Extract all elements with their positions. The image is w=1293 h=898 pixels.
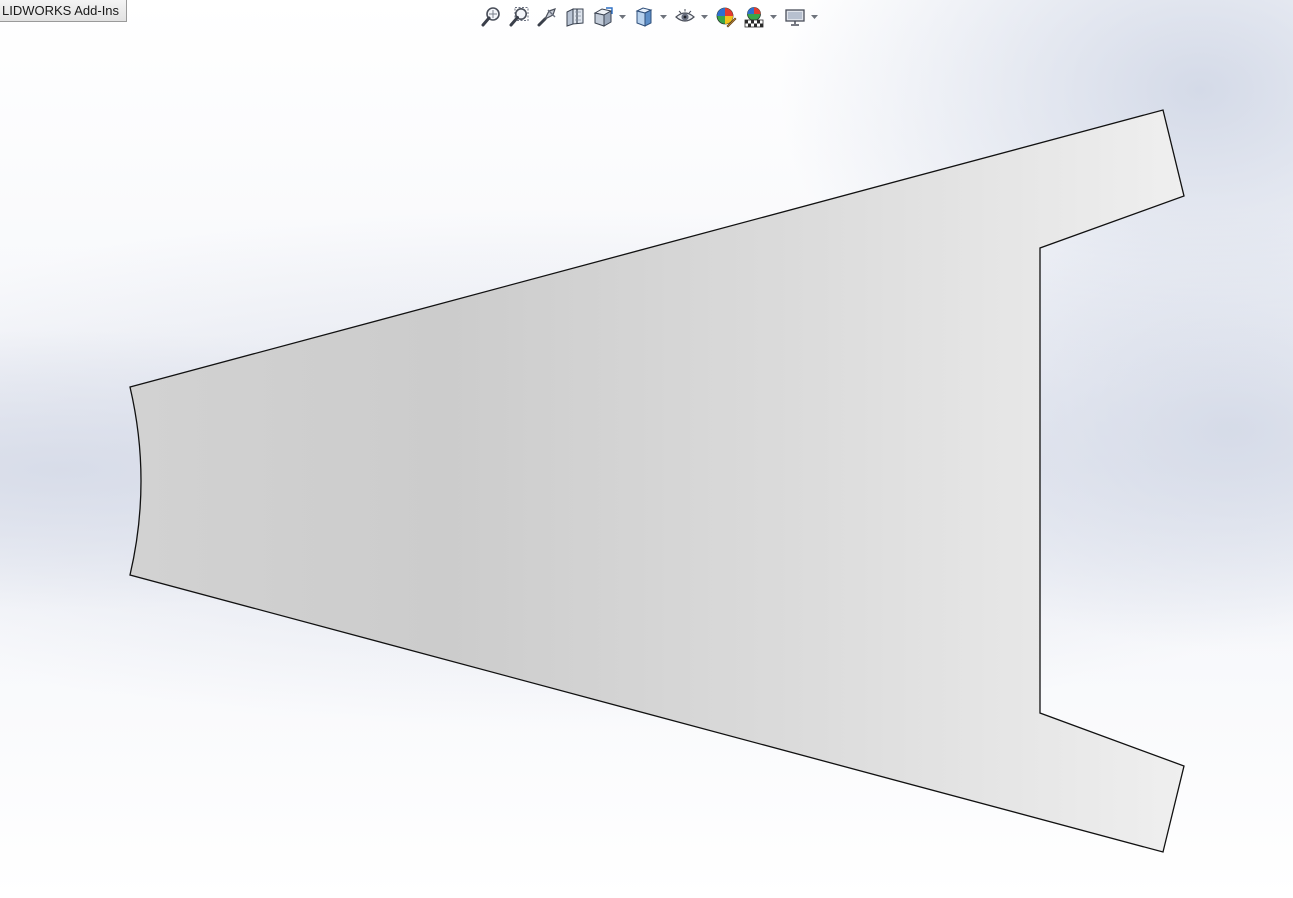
section-view-icon xyxy=(566,8,584,27)
edit-appearance-icon xyxy=(716,7,737,28)
previous-view-button[interactable] xyxy=(534,4,560,30)
view-settings-dropdown[interactable] xyxy=(810,4,819,30)
chevron-down-icon xyxy=(701,15,708,19)
chevron-down-icon xyxy=(660,15,667,19)
hide-show-items-dropdown[interactable] xyxy=(700,4,709,30)
part-face[interactable] xyxy=(129,109,1185,853)
graphics-area[interactable]: LIDWORKS Add-Ins xyxy=(0,0,1293,898)
zoom-to-fit-icon xyxy=(481,7,500,27)
chevron-down-icon xyxy=(619,15,626,19)
apply-scene-button[interactable] xyxy=(741,4,767,30)
chevron-down-icon xyxy=(811,15,818,19)
zoom-to-area-icon xyxy=(509,7,529,27)
hide-show-items-button[interactable] xyxy=(672,4,698,30)
view-orientation-dropdown[interactable] xyxy=(618,4,627,30)
hide-show-items-icon xyxy=(675,9,695,22)
part-model[interactable] xyxy=(0,0,1293,898)
view-settings-button[interactable] xyxy=(782,4,808,30)
chevron-down-icon xyxy=(770,15,777,19)
zoom-to-area-button[interactable] xyxy=(506,4,532,30)
previous-view-icon xyxy=(537,8,556,27)
display-style-button[interactable] xyxy=(631,4,657,30)
apply-scene-dropdown[interactable] xyxy=(769,4,778,30)
apply-scene-icon xyxy=(744,7,764,28)
display-style-icon xyxy=(635,7,653,27)
edit-appearance-button[interactable] xyxy=(713,4,739,30)
zoom-to-fit-button[interactable] xyxy=(478,4,504,30)
addins-tab-label: LIDWORKS Add-Ins xyxy=(2,3,120,18)
view-orientation-button[interactable] xyxy=(590,4,616,30)
section-view-button[interactable] xyxy=(562,4,588,30)
view-settings-icon xyxy=(785,9,805,26)
display-style-dropdown[interactable] xyxy=(659,4,668,30)
solidworks-addins-tab[interactable]: LIDWORKS Add-Ins xyxy=(0,0,128,22)
heads-up-view-toolbar xyxy=(478,3,823,31)
view-orientation-icon xyxy=(593,7,613,27)
